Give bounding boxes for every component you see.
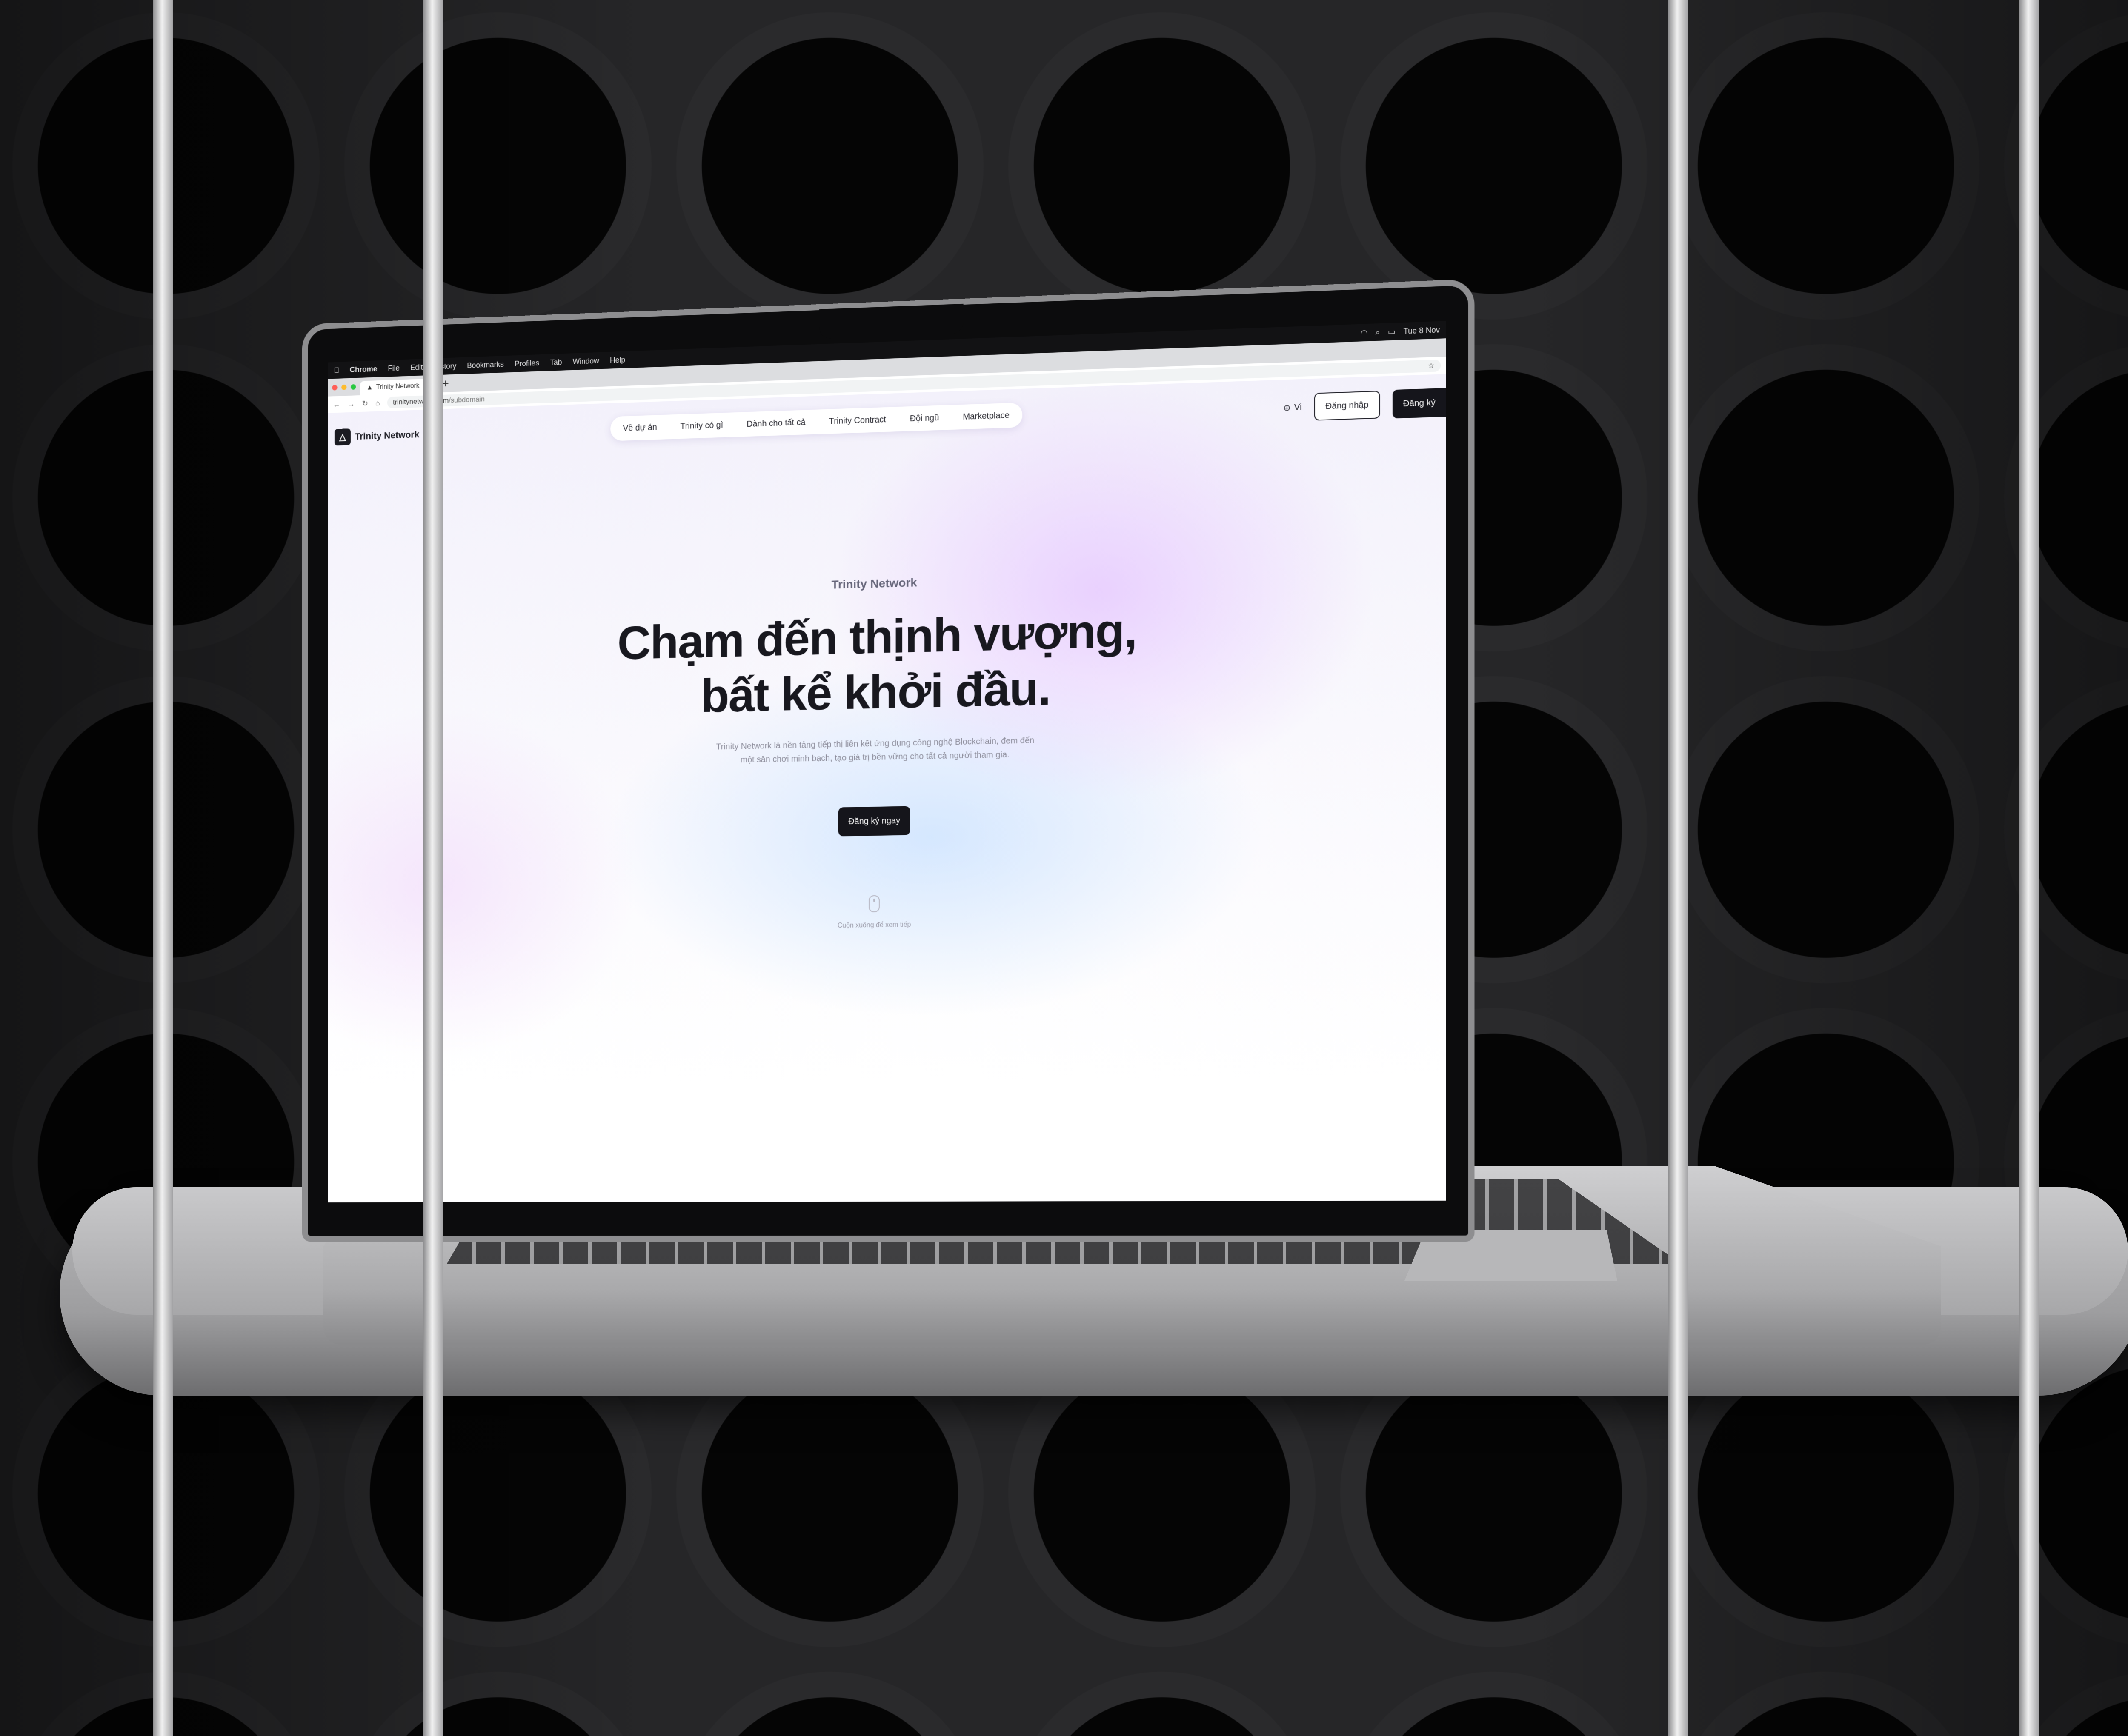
url-path: /subdomain bbox=[449, 395, 485, 405]
shelf-rod bbox=[2019, 0, 2039, 1736]
shelf-rod bbox=[1668, 0, 1688, 1736]
site-brand[interactable]: △ Trinity Network bbox=[334, 426, 420, 446]
bookmark-star-icon[interactable]: ☆ bbox=[1428, 361, 1435, 370]
nav-trinity-co-gi[interactable]: Trinity có gì bbox=[681, 420, 724, 431]
shelf-rod bbox=[423, 0, 443, 1736]
mouse-scroll-icon bbox=[869, 895, 880, 913]
hero-description: Trinity Network là nền tảng tiếp thị liê… bbox=[716, 736, 1035, 765]
globe-icon: ⊕ bbox=[1283, 403, 1291, 413]
website-page: △ Trinity Network Về dự án Trinity có gì… bbox=[328, 374, 1446, 1203]
menu-app-name[interactable]: Chrome bbox=[350, 365, 378, 374]
nav-marketplace[interactable]: Marketplace bbox=[963, 411, 1009, 422]
menu-help[interactable]: Help bbox=[610, 355, 625, 365]
maximize-window-button[interactable] bbox=[351, 384, 356, 390]
header-actions: ⊕ Vi Đăng nhập Đăng ký bbox=[1283, 388, 1446, 422]
home-icon[interactable]: ⌂ bbox=[375, 399, 380, 408]
minimize-window-button[interactable] bbox=[341, 384, 347, 390]
tab-favicon-icon: ▲ bbox=[366, 384, 373, 391]
language-switcher[interactable]: ⊕ Vi bbox=[1283, 402, 1301, 413]
back-icon[interactable]: ← bbox=[333, 400, 340, 409]
laptop-screen:  Chrome File Edit History Bookmarks Pro… bbox=[328, 321, 1446, 1203]
reload-icon[interactable]: ↻ bbox=[362, 399, 368, 408]
laptop-lid:  Chrome File Edit History Bookmarks Pro… bbox=[302, 279, 1475, 1242]
menu-profiles[interactable]: Profiles bbox=[515, 359, 539, 368]
login-button[interactable]: Đăng nhập bbox=[1314, 391, 1380, 421]
menubar-status-area: ◠ ⌕ ▭ Tue 8 Nov bbox=[1361, 326, 1440, 337]
register-now-button[interactable]: Đăng ký ngay bbox=[838, 806, 910, 837]
menu-file[interactable]: File bbox=[388, 364, 400, 373]
wifi-icon[interactable]: ◠ bbox=[1361, 328, 1367, 337]
trinity-logo-icon: △ bbox=[334, 428, 351, 446]
tab-title: Trinity Network bbox=[376, 382, 420, 391]
apple-icon[interactable]:  bbox=[334, 366, 339, 375]
menubar-clock[interactable]: Tue 8 Nov bbox=[1403, 326, 1440, 336]
nav-trinity-contract[interactable]: Trinity Contract bbox=[829, 415, 886, 427]
forward-icon[interactable]: → bbox=[347, 400, 355, 408]
close-window-button[interactable] bbox=[332, 385, 338, 391]
brand-name: Trinity Network bbox=[355, 429, 420, 442]
language-label: Vi bbox=[1294, 402, 1302, 412]
nav-danh-cho-tat-ca[interactable]: Dành cho tất cả bbox=[747, 417, 805, 429]
scroll-indicator[interactable]: Cuộn xuống để xem tiếp bbox=[328, 887, 1446, 937]
hero-section: Trinity Network Chạm đến thịnh vượng, bấ… bbox=[328, 561, 1446, 936]
signup-button[interactable]: Đăng ký bbox=[1392, 388, 1446, 419]
menu-bookmarks[interactable]: Bookmarks bbox=[467, 360, 504, 370]
menu-tab[interactable]: Tab bbox=[550, 358, 562, 367]
camera-notch bbox=[819, 303, 964, 339]
hero-headline: Chạm đến thịnh vượng, bất kể khởi đầu. bbox=[328, 594, 1446, 732]
new-tab-button[interactable]: + bbox=[442, 377, 449, 390]
battery-icon[interactable]: ▭ bbox=[1388, 327, 1396, 336]
main-nav: Về dự án Trinity có gì Dành cho tất cả T… bbox=[610, 403, 1022, 441]
scroll-hint: Cuộn xuống để xem tiếp bbox=[837, 921, 911, 930]
menu-window[interactable]: Window bbox=[573, 356, 599, 366]
search-icon[interactable]: ⌕ bbox=[1376, 328, 1380, 337]
menu-edit[interactable]: Edit bbox=[410, 363, 423, 372]
nav-ve-du-an[interactable]: Về dự án bbox=[623, 423, 657, 433]
shelf-rod bbox=[153, 0, 173, 1736]
nav-doi-ngu[interactable]: Đội ngũ bbox=[910, 413, 939, 423]
